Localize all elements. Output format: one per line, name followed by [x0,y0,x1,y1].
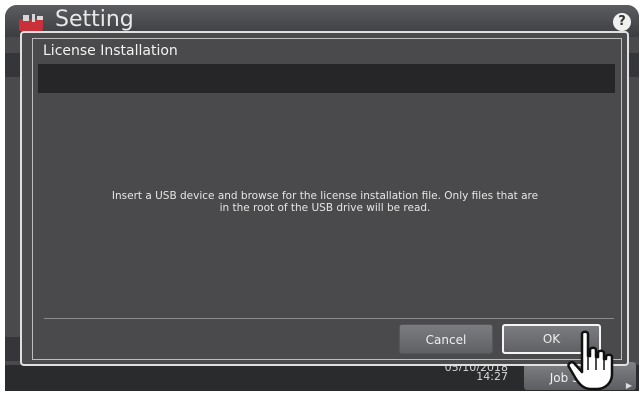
dialog-header-strip [38,64,615,93]
cancel-button[interactable]: Cancel [399,324,493,354]
dialog-divider [44,318,614,319]
dialog-title: License Installation [43,43,178,59]
pointing-hand-icon [567,330,614,391]
arrow-right-icon: ▶ [625,381,632,390]
help-icon[interactable]: ? [613,13,631,31]
time-label: 14:27 [476,370,508,383]
dialog-message: Insert a USB device and browse for the l… [60,190,590,214]
message-line-2: in the root of the USB drive will be rea… [219,202,431,214]
background-panel-left [5,53,21,77]
setting-toolbox-icon [19,14,43,31]
app-title: Setting [55,7,134,32]
message-line-1: Insert a USB device and browse for the l… [111,190,539,202]
